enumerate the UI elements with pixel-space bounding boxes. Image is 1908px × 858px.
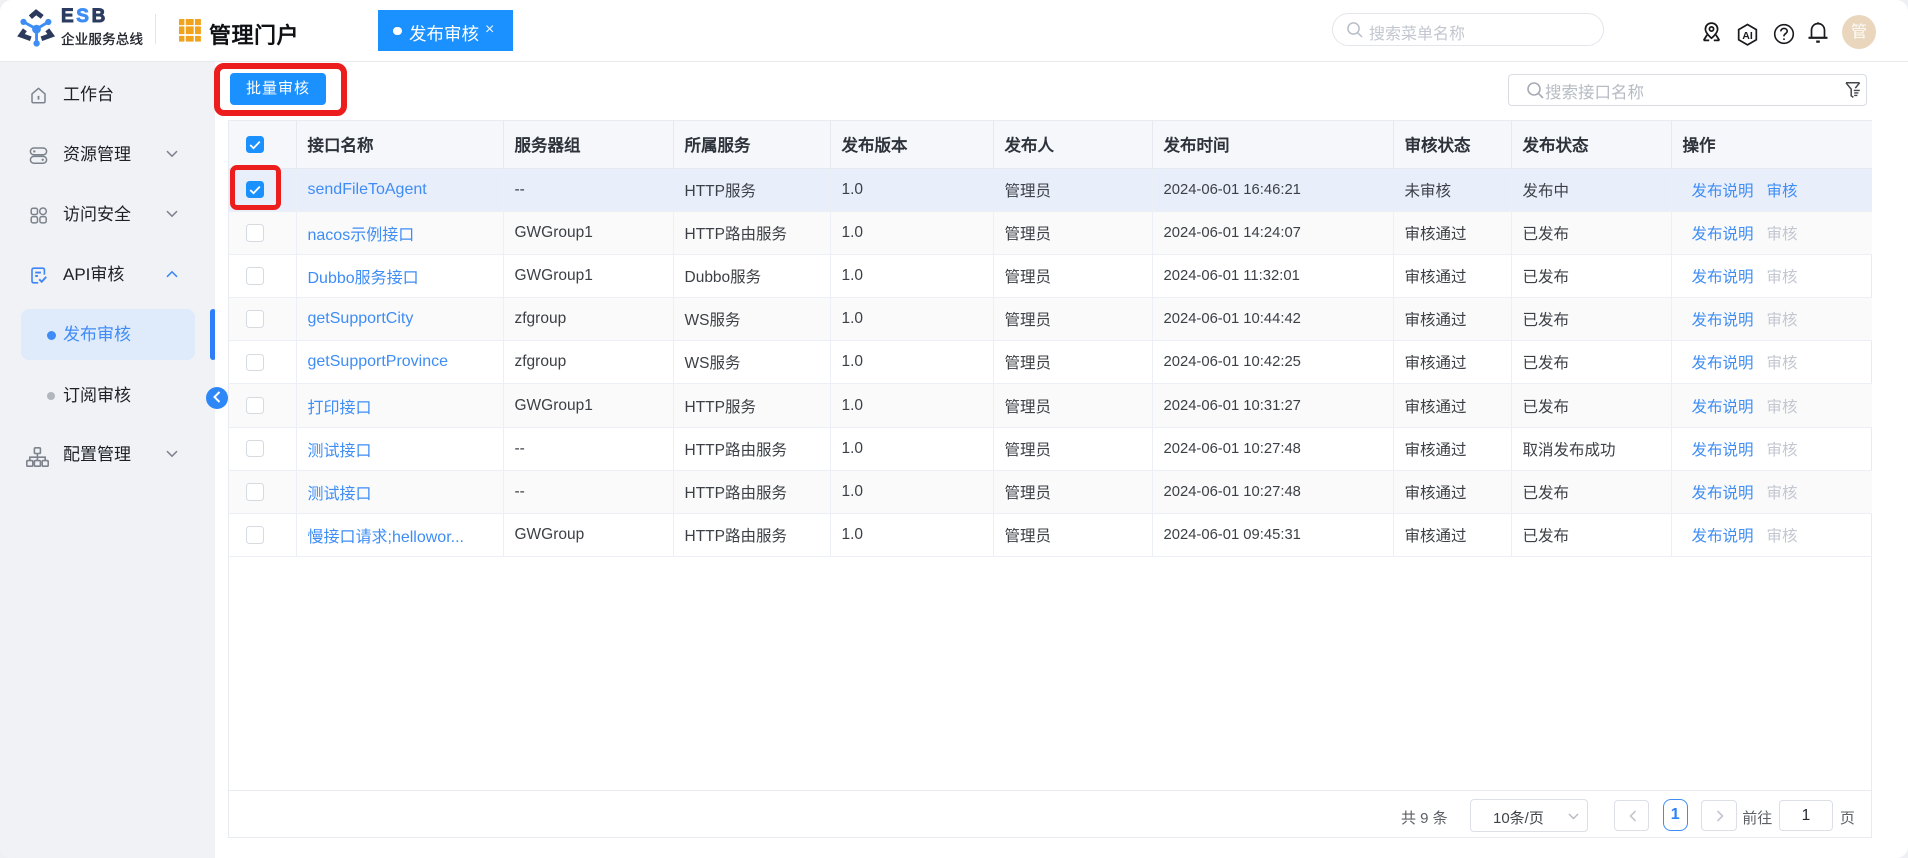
svg-text:AI: AI [1742, 30, 1753, 42]
